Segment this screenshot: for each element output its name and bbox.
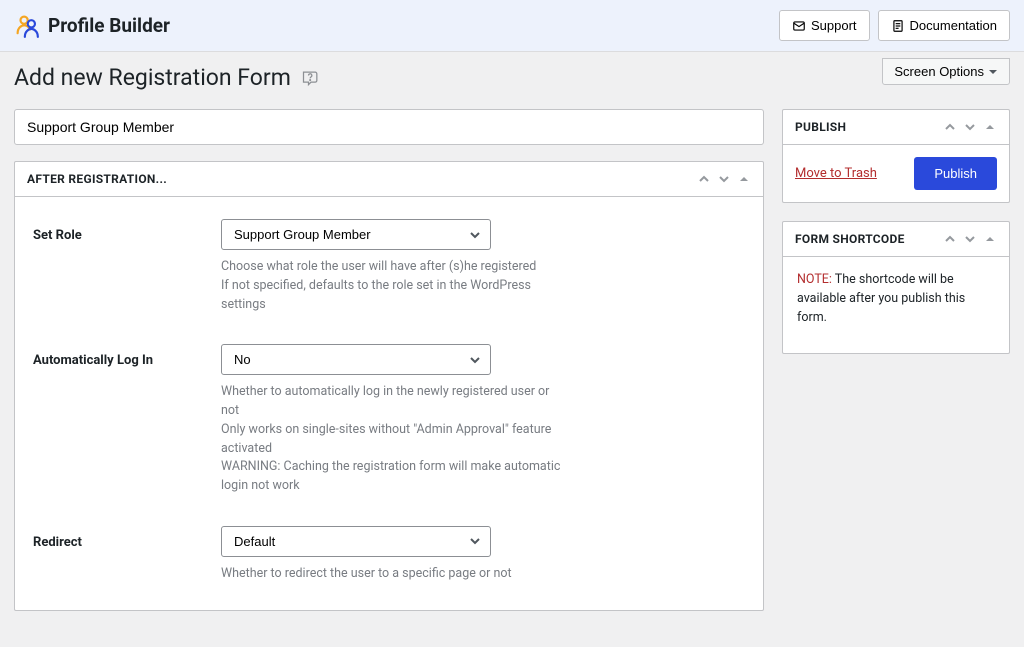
content-left: After Registration... Set Role Support G… bbox=[14, 109, 764, 629]
documentation-label: Documentation bbox=[910, 18, 997, 33]
after-registration-body: Set Role Support Group Member Choose wha… bbox=[15, 197, 763, 610]
auto-login-row: Automatically Log In No Whether to autom… bbox=[33, 344, 745, 496]
main-content: After Registration... Set Role Support G… bbox=[0, 91, 1024, 647]
shortcode-handle-actions bbox=[943, 232, 997, 246]
redirect-select[interactable]: Default bbox=[221, 526, 491, 557]
brand-logo-icon bbox=[14, 13, 40, 39]
help-icon[interactable] bbox=[301, 68, 321, 88]
move-up-icon[interactable] bbox=[943, 120, 957, 134]
support-label: Support bbox=[811, 18, 857, 33]
document-icon bbox=[891, 19, 905, 33]
support-button[interactable]: Support bbox=[779, 10, 870, 41]
metabox-handle-actions bbox=[697, 172, 751, 186]
page-header: Add new Registration Form Screen Options bbox=[0, 52, 1024, 91]
move-down-icon[interactable] bbox=[963, 232, 977, 246]
auto-login-control: No Whether to automatically log in the n… bbox=[221, 344, 561, 496]
publish-title: Publish bbox=[795, 120, 846, 134]
move-up-icon[interactable] bbox=[697, 172, 711, 186]
after-registration-title: After Registration... bbox=[27, 172, 167, 186]
auto-login-desc: Whether to automatically log in the newl… bbox=[221, 383, 561, 496]
move-up-icon[interactable] bbox=[943, 232, 957, 246]
set-role-control: Support Group Member Choose what role th… bbox=[221, 219, 561, 314]
app-header: Profile Builder Support Documentation bbox=[0, 0, 1024, 52]
set-role-desc: Choose what role the user will have afte… bbox=[221, 258, 561, 314]
after-registration-header: After Registration... bbox=[15, 162, 763, 197]
content-right: Publish Move to Trash Publish Form Short… bbox=[782, 109, 1010, 372]
form-title-input[interactable] bbox=[14, 109, 764, 145]
toggle-icon[interactable] bbox=[737, 172, 751, 186]
toggle-icon[interactable] bbox=[983, 120, 997, 134]
move-down-icon[interactable] bbox=[717, 172, 731, 186]
shortcode-title: Form Shortcode bbox=[795, 232, 905, 246]
redirect-row: Redirect Default Whether to redirect the… bbox=[33, 526, 745, 584]
redirect-desc: Whether to redirect the user to a specif… bbox=[221, 565, 561, 584]
toggle-icon[interactable] bbox=[983, 232, 997, 246]
brand: Profile Builder bbox=[14, 13, 170, 39]
auto-login-label: Automatically Log In bbox=[33, 344, 221, 496]
page-title: Add new Registration Form bbox=[14, 64, 291, 91]
shortcode-header: Form Shortcode bbox=[783, 222, 1009, 257]
redirect-label: Redirect bbox=[33, 526, 221, 584]
set-role-select[interactable]: Support Group Member bbox=[221, 219, 491, 250]
brand-name: Profile Builder bbox=[48, 14, 170, 37]
screen-options-button[interactable]: Screen Options bbox=[882, 58, 1010, 85]
note-label: NOTE: bbox=[797, 272, 832, 287]
screen-options-label: Screen Options bbox=[894, 64, 984, 79]
publish-handle-actions bbox=[943, 120, 997, 134]
shortcode-body: NOTE: The shortcode will be available af… bbox=[783, 257, 1009, 353]
auto-login-select[interactable]: No bbox=[221, 344, 491, 375]
move-down-icon[interactable] bbox=[963, 120, 977, 134]
caret-down-icon bbox=[988, 67, 998, 77]
documentation-button[interactable]: Documentation bbox=[878, 10, 1010, 41]
publish-actions: Move to Trash Publish bbox=[783, 145, 1009, 202]
page-title-wrap: Add new Registration Form bbox=[14, 64, 321, 91]
publish-metabox: Publish Move to Trash Publish bbox=[782, 109, 1010, 203]
publish-button[interactable]: Publish bbox=[914, 157, 997, 190]
publish-header: Publish bbox=[783, 110, 1009, 145]
after-registration-metabox: After Registration... Set Role Support G… bbox=[14, 161, 764, 611]
mail-icon bbox=[792, 19, 806, 33]
redirect-control: Default Whether to redirect the user to … bbox=[221, 526, 561, 584]
header-actions: Support Documentation bbox=[779, 10, 1010, 41]
shortcode-metabox: Form Shortcode NOTE: The shortcode will … bbox=[782, 221, 1010, 354]
set-role-row: Set Role Support Group Member Choose wha… bbox=[33, 219, 745, 314]
set-role-label: Set Role bbox=[33, 219, 221, 314]
move-to-trash-link[interactable]: Move to Trash bbox=[795, 166, 877, 181]
